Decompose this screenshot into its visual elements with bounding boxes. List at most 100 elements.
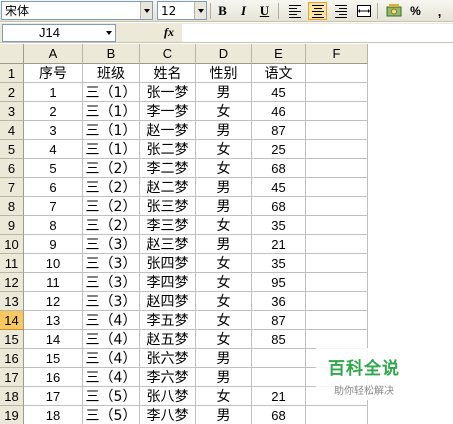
cell-f19[interactable] bbox=[306, 406, 368, 424]
cell-b16[interactable]: 三（4） bbox=[83, 349, 140, 368]
cell-e2[interactable]: 45 bbox=[252, 83, 306, 102]
font-name-select[interactable]: 宋体 bbox=[1, 1, 153, 20]
cell-f4[interactable] bbox=[306, 121, 368, 140]
cell-e12[interactable]: 95 bbox=[252, 273, 306, 292]
font-size-select[interactable]: 12 bbox=[157, 1, 207, 20]
cell-e1[interactable]: 语文 bbox=[252, 64, 306, 83]
cell-d2[interactable]: 男 bbox=[196, 83, 252, 102]
cell-b1[interactable]: 班级 bbox=[83, 64, 140, 83]
cell-b6[interactable]: 三（2） bbox=[83, 159, 140, 178]
cell-a15[interactable]: 14 bbox=[24, 330, 83, 349]
cell-c16[interactable]: 张六梦 bbox=[140, 349, 196, 368]
cell-b14[interactable]: 三（4） bbox=[83, 311, 140, 330]
cell-e15[interactable]: 85 bbox=[252, 330, 306, 349]
cell-d4[interactable]: 男 bbox=[196, 121, 252, 140]
cell-a10[interactable]: 9 bbox=[24, 235, 83, 254]
row-header[interactable]: 11 bbox=[0, 254, 24, 273]
column-header-d[interactable]: D bbox=[196, 44, 252, 64]
cell-a18[interactable]: 17 bbox=[24, 387, 83, 406]
cell-f11[interactable] bbox=[306, 254, 368, 273]
cell-b12[interactable]: 三（3） bbox=[83, 273, 140, 292]
cell-a3[interactable]: 2 bbox=[24, 102, 83, 121]
cell-d6[interactable]: 女 bbox=[196, 159, 252, 178]
cell-c8[interactable]: 张三梦 bbox=[140, 197, 196, 216]
percent-style-button[interactable]: % bbox=[406, 2, 425, 20]
row-header[interactable]: 15 bbox=[0, 330, 24, 349]
cell-d16[interactable]: 男 bbox=[196, 349, 252, 368]
row-header[interactable]: 2 bbox=[0, 83, 24, 102]
row-header[interactable]: 14 bbox=[0, 311, 24, 330]
cell-d3[interactable]: 女 bbox=[196, 102, 252, 121]
cell-f9[interactable] bbox=[306, 216, 368, 235]
row-header[interactable]: 5 bbox=[0, 140, 24, 159]
cell-f3[interactable] bbox=[306, 102, 368, 121]
cell-f7[interactable] bbox=[306, 178, 368, 197]
align-center-button[interactable] bbox=[308, 2, 327, 20]
cell-b5[interactable]: 三（1） bbox=[83, 140, 140, 159]
cell-c1[interactable]: 姓名 bbox=[140, 64, 196, 83]
cell-a12[interactable]: 11 bbox=[24, 273, 83, 292]
cell-c14[interactable]: 李五梦 bbox=[140, 311, 196, 330]
cell-a16[interactable]: 15 bbox=[24, 349, 83, 368]
row-header[interactable]: 7 bbox=[0, 178, 24, 197]
column-header-e[interactable]: E bbox=[252, 44, 306, 64]
cell-c4[interactable]: 赵一梦 bbox=[140, 121, 196, 140]
cell-b13[interactable]: 三（3） bbox=[83, 292, 140, 311]
name-box[interactable]: J14 bbox=[2, 24, 116, 42]
cell-e8[interactable]: 68 bbox=[252, 197, 306, 216]
cell-f1[interactable] bbox=[306, 64, 368, 83]
row-header[interactable]: 10 bbox=[0, 235, 24, 254]
column-header-c[interactable]: C bbox=[140, 44, 196, 64]
cell-c6[interactable]: 李二梦 bbox=[140, 159, 196, 178]
align-left-button[interactable] bbox=[285, 2, 304, 20]
cell-b3[interactable]: 三（1） bbox=[83, 102, 140, 121]
cell-d18[interactable]: 女 bbox=[196, 387, 252, 406]
row-header[interactable]: 17 bbox=[0, 368, 24, 387]
cell-a17[interactable]: 16 bbox=[24, 368, 83, 387]
cell-c13[interactable]: 赵四梦 bbox=[140, 292, 196, 311]
column-header-f[interactable]: F bbox=[306, 44, 368, 64]
cell-b19[interactable]: 三（5） bbox=[83, 406, 140, 424]
row-header[interactable]: 13 bbox=[0, 292, 24, 311]
cell-a8[interactable]: 7 bbox=[24, 197, 83, 216]
cell-d9[interactable]: 女 bbox=[196, 216, 252, 235]
comma-style-button[interactable]: , bbox=[430, 2, 449, 20]
cell-a4[interactable]: 3 bbox=[24, 121, 83, 140]
cell-e18[interactable]: 21 bbox=[252, 387, 306, 406]
cell-e16[interactable] bbox=[252, 349, 306, 368]
cell-b11[interactable]: 三（3） bbox=[83, 254, 140, 273]
bold-button[interactable]: B bbox=[213, 2, 232, 20]
cell-a14[interactable]: 13 bbox=[24, 311, 83, 330]
cell-b18[interactable]: 三（5） bbox=[83, 387, 140, 406]
cell-d13[interactable]: 女 bbox=[196, 292, 252, 311]
cell-d15[interactable]: 女 bbox=[196, 330, 252, 349]
cell-c3[interactable]: 李一梦 bbox=[140, 102, 196, 121]
cell-d11[interactable]: 女 bbox=[196, 254, 252, 273]
cell-a1[interactable]: 序号 bbox=[24, 64, 83, 83]
column-header-b[interactable]: B bbox=[83, 44, 140, 64]
row-header[interactable]: 16 bbox=[0, 349, 24, 368]
cell-c2[interactable]: 张一梦 bbox=[140, 83, 196, 102]
cell-d10[interactable]: 男 bbox=[196, 235, 252, 254]
cell-f10[interactable] bbox=[306, 235, 368, 254]
row-header[interactable]: 19 bbox=[0, 406, 24, 424]
cell-e3[interactable]: 46 bbox=[252, 102, 306, 121]
cell-e5[interactable]: 25 bbox=[252, 140, 306, 159]
cell-c17[interactable]: 李六梦 bbox=[140, 368, 196, 387]
cell-a9[interactable]: 8 bbox=[24, 216, 83, 235]
cell-f14[interactable] bbox=[306, 311, 368, 330]
font-size-dropdown-arrow[interactable] bbox=[194, 2, 206, 19]
cell-e6[interactable]: 68 bbox=[252, 159, 306, 178]
cell-a11[interactable]: 10 bbox=[24, 254, 83, 273]
cell-a19[interactable]: 18 bbox=[24, 406, 83, 424]
cell-c5[interactable]: 张二梦 bbox=[140, 140, 196, 159]
cell-c9[interactable]: 李三梦 bbox=[140, 216, 196, 235]
cell-e11[interactable]: 35 bbox=[252, 254, 306, 273]
cell-e17[interactable] bbox=[252, 368, 306, 387]
row-header[interactable]: 12 bbox=[0, 273, 24, 292]
cell-c12[interactable]: 李四梦 bbox=[140, 273, 196, 292]
cell-a2[interactable]: 1 bbox=[24, 83, 83, 102]
cell-c19[interactable]: 李八梦 bbox=[140, 406, 196, 424]
cell-c18[interactable]: 张八梦 bbox=[140, 387, 196, 406]
font-name-dropdown-arrow[interactable] bbox=[140, 2, 152, 19]
